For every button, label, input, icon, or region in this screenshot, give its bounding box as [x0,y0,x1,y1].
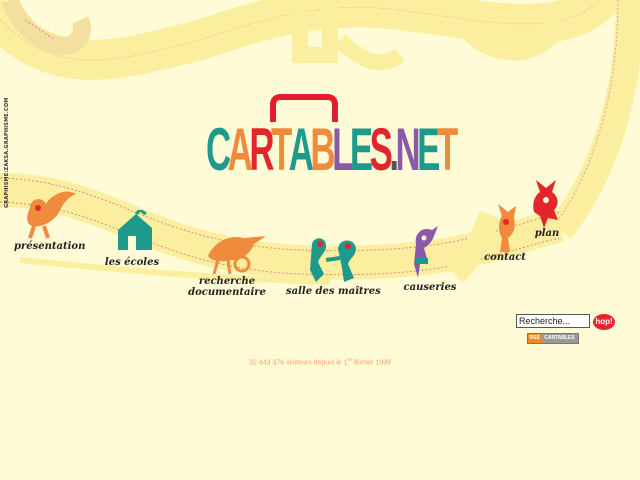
rss-badge-right: CARTABLES [541,334,578,343]
visitor-count: 32 443 376 [249,359,285,367]
nav-recherche-documentaire[interactable]: recherche documentaire [186,276,268,298]
nav-causeries[interactable]: causeries [402,282,458,293]
nav-presentation[interactable]: présentation [14,241,85,252]
visitor-text-after: février 1999 [353,359,391,367]
visitor-counter: 32 443 376 visiteurs depuis le 1er févri… [180,357,460,366]
logo-letter: C [206,116,231,183]
logo-letter: N [395,116,421,183]
nav-recherche-line2: documentaire [188,287,266,298]
logo-letter: T [436,116,458,183]
logo-letter: T [270,116,292,183]
search-submit-button[interactable]: hop! [593,314,615,330]
nav-salle-des-maitres[interactable]: salle des maîtres [286,286,381,297]
causeries-figure-icon[interactable] [410,224,440,280]
nav-plan[interactable]: plan [530,228,564,239]
site-logo[interactable]: CARTABLES.NET [206,116,458,183]
plan-figure-icon[interactable] [530,180,564,228]
search-input[interactable] [516,314,590,328]
salle-des-maitres-figure-icon[interactable] [306,234,366,286]
logo-letter: A [288,116,314,183]
rss-badge-left: RSS [528,334,541,343]
logo-letter: R [249,116,274,183]
graphic-credit: GRAPHISME:ZAKSA.GRAPHISME.COM [4,97,10,208]
nav-recherche-line1: recherche [198,276,256,287]
logo-letter: B [310,116,335,183]
visitor-text-before: visiteurs depuis le 1 [286,359,348,367]
logo-letter: E [417,116,440,183]
visitor-text-sup: er [347,357,352,363]
contact-figure-icon[interactable] [494,202,522,254]
nav-ecoles[interactable]: les écoles [104,257,160,268]
logo-letter: E [349,116,373,183]
recherche-figure-icon[interactable] [204,230,270,274]
rss-feed-button[interactable]: RSS CARTABLES [527,333,579,344]
presentation-figure-icon[interactable] [22,188,82,240]
ecoles-house-icon[interactable] [112,210,156,254]
logo-letter: S [369,116,393,183]
nav-contact[interactable]: contact [484,252,526,263]
logo-letter: A [227,116,253,183]
logo-letter: L [332,116,353,183]
